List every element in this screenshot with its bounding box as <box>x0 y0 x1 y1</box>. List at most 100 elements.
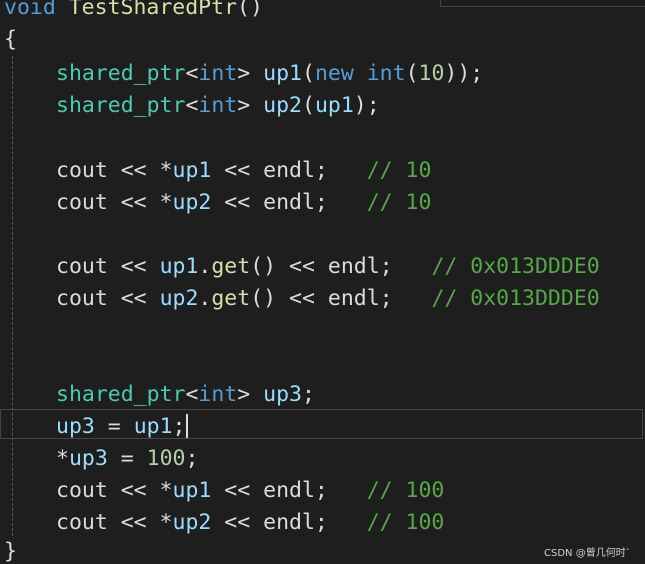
code-line[interactable]: shared_ptr<int> up2(up1); <box>56 90 380 122</box>
code-line[interactable]: shared_ptr<int> up3; <box>56 379 315 411</box>
code-token-var: up2 <box>172 510 212 535</box>
code-token-pln: endl <box>327 286 380 311</box>
code-token-var: up3 <box>263 382 302 407</box>
code-token-pln: endl <box>263 158 315 183</box>
code-token-pln: cout <box>56 158 108 183</box>
code-token-pln: < <box>185 61 199 86</box>
code-token-kw: int <box>366 61 406 86</box>
code-line-current[interactable]: up3 = up1; <box>56 411 185 443</box>
code-token-pln: ; <box>314 510 367 535</box>
code-line[interactable]: cout << *up2 << endl; // 100 <box>56 507 444 539</box>
code-token-pln: ; <box>172 414 186 439</box>
code-token-pln: << * <box>107 158 173 183</box>
code-token-type: shared_ptr <box>56 61 186 86</box>
code-token-pln: << * <box>107 190 173 215</box>
code-line[interactable]: void TestSharedPtr() <box>4 0 263 24</box>
code-token-cmt: // 100 <box>366 510 445 535</box>
code-token-pln: )); <box>444 61 484 86</box>
code-token-var: up1 <box>263 61 302 86</box>
code-token-type: shared_ptr <box>56 93 186 118</box>
code-line[interactable]: cout << *up2 << endl; // 10 <box>56 187 431 219</box>
code-token-var: up1 <box>172 478 212 503</box>
code-token-var: up2 <box>263 93 302 118</box>
code-token-cmt: // 0x013DDDE0 <box>431 286 600 311</box>
code-token-pln: { <box>4 27 17 52</box>
code-token-pln: * <box>56 446 69 471</box>
code-token-pln: << * <box>107 510 173 535</box>
code-token-pln: << <box>211 190 264 215</box>
code-token-pln: () << <box>250 286 328 311</box>
code-token-pln: ( <box>405 61 419 86</box>
code-token-pln: ; <box>379 286 432 311</box>
code-token-pln: . <box>198 254 212 279</box>
code-token-pln: > <box>237 93 264 118</box>
code-token-pln: << <box>211 510 264 535</box>
code-token-pln: endl <box>327 254 380 279</box>
code-token-num: 10 <box>418 61 445 86</box>
code-token-var: up1 <box>133 414 173 439</box>
code-token-pln: << <box>107 254 160 279</box>
code-token-num: 100 <box>146 446 186 471</box>
code-token-pln: cout <box>56 478 108 503</box>
code-token-pln: () <box>237 0 263 20</box>
code-token-pln: << <box>211 478 264 503</box>
code-token-pln: = <box>94 414 134 439</box>
code-line[interactable]: cout << *up1 << endl; // 100 <box>56 475 444 507</box>
code-token-cmt: // 100 <box>366 478 445 503</box>
code-token-var: up1 <box>314 93 354 118</box>
code-token-pln: endl <box>263 478 315 503</box>
code-editor[interactable]: ▾ void TestSharedPtr() { shared_ptr<int>… <box>0 0 645 564</box>
code-token-kw: int <box>198 93 238 118</box>
code-token-pln: endl <box>263 510 315 535</box>
code-line[interactable]: cout << up2.get() << endl; // 0x013DDDE0 <box>56 283 600 315</box>
indent-guide <box>12 56 13 536</box>
code-line[interactable]: cout << up1.get() << endl; // 0x013DDDE0 <box>56 251 600 283</box>
code-token-fn: get <box>211 286 251 311</box>
code-token-fn: get <box>211 254 251 279</box>
code-token-type: shared_ptr <box>56 382 186 407</box>
navigation-dropdown[interactable] <box>440 0 645 7</box>
code-token-pln: cout <box>56 254 108 279</box>
code-token-pln: = <box>107 446 147 471</box>
code-token-pln: ; <box>185 446 199 471</box>
chevron-down-icon[interactable]: ▾ <box>513 0 518 1</box>
code-token-pln: > <box>237 382 264 407</box>
code-token-pln: ( <box>301 61 315 86</box>
watermark: CSDN @曾几何时` <box>544 548 631 559</box>
code-token-pln: << <box>211 158 264 183</box>
code-token-pln: < <box>185 93 199 118</box>
code-line[interactable]: *up3 = 100; <box>56 443 198 475</box>
text-caret <box>186 414 188 438</box>
code-token-pln: () << <box>250 254 328 279</box>
code-line[interactable]: } <box>4 536 17 564</box>
code-token-pln: . <box>198 286 212 311</box>
code-token-kw: int <box>198 61 238 86</box>
code-token-var: up1 <box>159 254 199 279</box>
code-token-pln: > <box>237 61 264 86</box>
code-token-pln: cout <box>56 510 108 535</box>
code-token-pln: cout <box>56 286 108 311</box>
code-token-kw: int <box>198 382 238 407</box>
code-token-fn: TestSharedPtr <box>68 0 238 20</box>
code-token-cmt: // 10 <box>366 158 432 183</box>
code-token-pln: << <box>107 286 160 311</box>
code-line[interactable]: { <box>4 24 17 56</box>
code-token-pln: < <box>185 382 199 407</box>
code-line[interactable]: shared_ptr<int> up1(new int(10)); <box>56 58 483 90</box>
code-token-kw: void <box>4 0 56 20</box>
code-token-pln: ; <box>379 254 432 279</box>
code-token-pln: ( <box>301 93 315 118</box>
code-token-pln: cout <box>56 190 108 215</box>
code-token-pln: ); <box>353 93 380 118</box>
code-token-pln: } <box>4 539 17 564</box>
code-token-pln: << * <box>107 478 173 503</box>
code-token-kw: new <box>314 61 354 86</box>
code-token-var: up3 <box>56 414 95 439</box>
code-token-pln <box>56 0 69 20</box>
code-token-var: up1 <box>172 158 212 183</box>
code-token-var: up3 <box>68 446 108 471</box>
code-token-pln: ; <box>314 478 367 503</box>
code-token-cmt: // 10 <box>366 190 432 215</box>
code-token-pln: endl <box>263 190 315 215</box>
code-line[interactable]: cout << *up1 << endl; // 10 <box>56 155 431 187</box>
